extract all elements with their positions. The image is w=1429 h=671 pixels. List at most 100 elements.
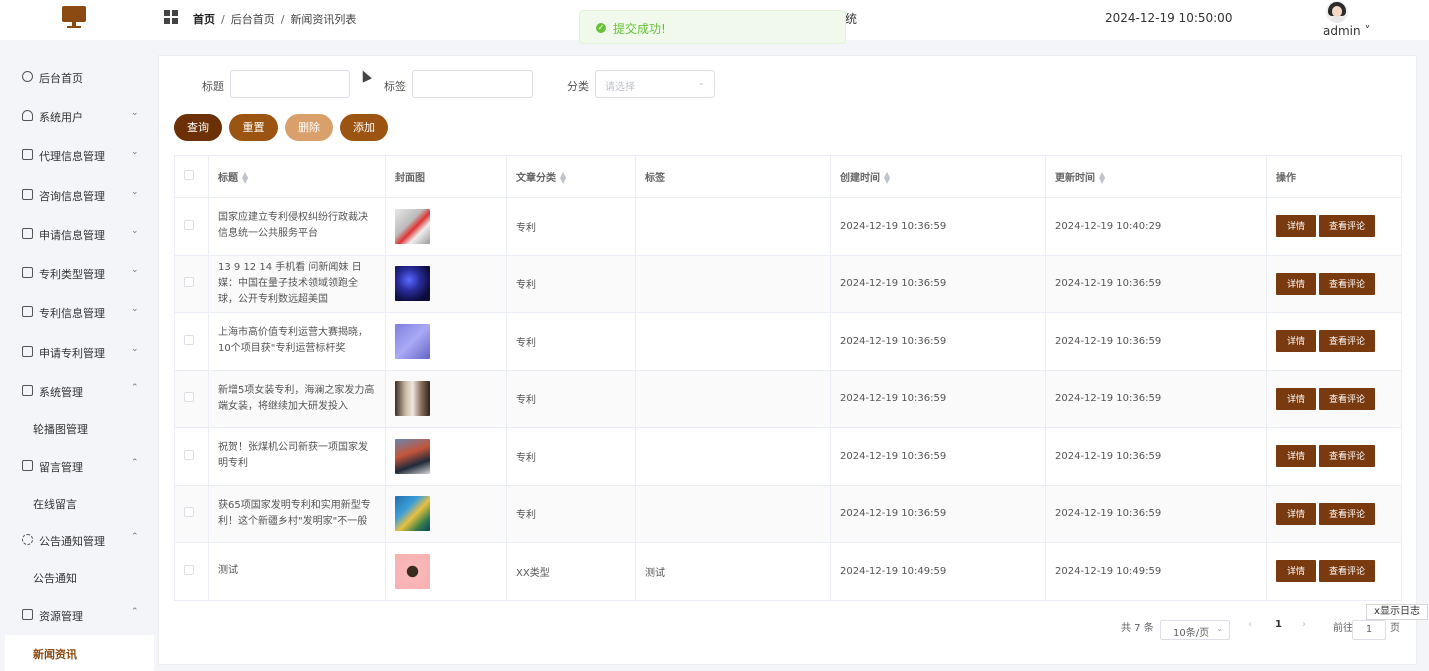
column-header-label: 创建时间 — [840, 173, 880, 184]
sidebar-item-dashboard[interactable]: 后台首页 — [0, 59, 154, 95]
view-comments-button[interactable]: 查看评论 — [1319, 330, 1376, 353]
sort-icon[interactable]: ▲ ▼ — [242, 171, 248, 185]
view-comments-button[interactable]: 查看评论 — [1319, 215, 1376, 238]
breadcrumb: 首页 / 后台首页 / 新闻资讯列表 — [193, 11, 356, 27]
row-checkbox[interactable] — [184, 449, 194, 460]
cover-thumbnail[interactable] — [395, 323, 430, 359]
row-created: 2024-12-19 10:36:59 — [830, 369, 1046, 428]
sort-icon[interactable]: ▲ ▼ — [560, 171, 566, 185]
sidebar-subitem-carousel[interactable]: 轮播图管理 — [0, 410, 154, 446]
sidebar-subitem-online-message[interactable]: 在线留言 — [0, 485, 154, 521]
tag-filter-input[interactable] — [412, 70, 533, 98]
sidebar-subitem-news[interactable]: 新闻资讯 — [5, 635, 154, 671]
cover-thumbnail[interactable] — [395, 438, 430, 474]
detail-button[interactable]: 详情 — [1276, 560, 1317, 583]
user-menu[interactable]: admin ˅ — [1323, 24, 1370, 38]
title-filter-label: 标题 — [202, 80, 224, 93]
row-checkbox[interactable] — [184, 392, 194, 403]
add-button[interactable]: 添加 — [340, 114, 388, 141]
chevron-down-icon: ⌄ — [131, 226, 139, 236]
sidebar-item-system-users[interactable]: 系统用户 ⌄ — [0, 98, 154, 134]
goto-label: 前往 — [1333, 623, 1353, 634]
sidebar-subitem-label: 公告通知 — [33, 572, 77, 585]
sidebar-item-patent-types[interactable]: 专利类型管理 ⌄ — [0, 255, 154, 291]
row-title: 测试 — [208, 542, 386, 601]
breadcrumb-dashboard[interactable]: 后台首页 — [231, 13, 275, 26]
column-header-label: 文章分类 — [516, 173, 556, 184]
category-select-placeholder: 请选择 — [605, 82, 635, 93]
page-size-select[interactable]: 10条/页 ⌄ — [1160, 620, 1230, 640]
table-row: 测试 XX类型 测试 2024-12-19 10:49:59 2024-12-1… — [174, 542, 1402, 601]
row-title: 获65项国家发明专利和实用新型专利！这个新疆乡村"发明家"不一般 — [208, 484, 386, 543]
reset-button[interactable]: 重置 — [229, 114, 278, 141]
sidebar-item-message-management[interactable]: 留言管理 ⌃ — [0, 448, 154, 484]
row-actions: 详情 查看评论 — [1266, 254, 1402, 313]
cover-thumbnail[interactable] — [395, 266, 430, 302]
sidebar-item-consult-info[interactable]: 咨询信息管理 ⌄ — [0, 177, 154, 213]
sidebar-subitem-notice[interactable]: 公告通知 — [0, 559, 154, 595]
row-checkbox[interactable] — [184, 507, 194, 518]
sidebar-item-resource-management[interactable]: 资源管理 ⌃ — [0, 597, 154, 633]
column-header-created[interactable]: 创建时间 ▲ ▼ — [830, 155, 1046, 198]
cover-thumbnail[interactable] — [395, 553, 430, 589]
column-header-category[interactable]: 文章分类 ▲ ▼ — [506, 155, 636, 198]
show-log-button[interactable]: x显示日志 — [1366, 604, 1428, 620]
detail-button[interactable]: 详情 — [1276, 272, 1317, 295]
table-row: 新增5项女装专利，海澜之家发力高端女装，将继续加大研发投入 专利 2024-12… — [174, 369, 1402, 428]
category-select[interactable]: 请选择 ⌄ — [595, 70, 715, 98]
prev-page-icon[interactable]: ‹ — [1248, 619, 1252, 630]
sidebar-item-application-info[interactable]: 申请信息管理 ⌄ — [0, 216, 154, 252]
view-comments-button[interactable]: 查看评论 — [1319, 387, 1376, 410]
dashboard-icon — [22, 71, 33, 82]
sidebar-item-label: 留言管理 — [39, 461, 83, 474]
goto-page-input[interactable]: 1 — [1352, 620, 1386, 640]
next-page-icon[interactable]: › — [1302, 619, 1306, 630]
query-button[interactable]: 查询 — [174, 114, 222, 141]
row-created: 2024-12-19 10:36:59 — [830, 427, 1046, 486]
sidebar-item-patent-info[interactable]: 专利信息管理 ⌄ — [0, 294, 154, 330]
sidebar-item-label: 后台首页 — [39, 72, 83, 85]
sidebar-item-agent-info[interactable]: 代理信息管理 ⌄ — [0, 137, 154, 173]
sidebar-item-patent-applications[interactable]: 申请专利管理 ⌄ — [0, 334, 154, 370]
row-category: 专利 — [506, 197, 636, 256]
menu-toggle-icon[interactable] — [164, 10, 178, 24]
row-checkbox[interactable] — [184, 564, 194, 575]
row-checkbox[interactable] — [184, 277, 194, 288]
current-datetime: 2024-12-19 10:50:00 — [1105, 11, 1233, 25]
avatar[interactable] — [1326, 1, 1348, 23]
user-icon — [22, 110, 33, 121]
sidebar-item-label: 专利类型管理 — [39, 268, 105, 281]
row-cover-cell — [385, 484, 507, 543]
sort-icon[interactable]: ▲ ▼ — [1099, 171, 1105, 185]
view-comments-button[interactable]: 查看评论 — [1319, 502, 1376, 525]
row-updated: 2024-12-19 10:40:29 — [1045, 197, 1267, 256]
cover-thumbnail[interactable] — [395, 208, 430, 244]
sidebar-item-label: 咨询信息管理 — [39, 190, 105, 203]
row-checkbox[interactable] — [184, 334, 194, 345]
detail-button[interactable]: 详情 — [1276, 330, 1317, 353]
current-page[interactable]: 1 — [1275, 619, 1282, 630]
detail-button[interactable]: 详情 — [1276, 387, 1317, 410]
cover-thumbnail[interactable] — [395, 496, 430, 532]
detail-button[interactable]: 详情 — [1276, 215, 1317, 238]
chevron-down-icon: ⌄ — [1216, 624, 1223, 633]
column-header-title[interactable]: 标题 ▲ ▼ — [208, 155, 386, 198]
view-comments-button[interactable]: 查看评论 — [1319, 272, 1376, 295]
row-checkbox[interactable] — [184, 219, 194, 230]
sidebar-item-system-management[interactable]: 系统管理 ⌃ — [0, 373, 154, 409]
sidebar-item-notice-management[interactable]: 公告通知管理 ⌃ — [0, 522, 154, 558]
breadcrumb-home[interactable]: 首页 — [193, 13, 215, 26]
view-comments-button[interactable]: 查看评论 — [1319, 560, 1376, 583]
title-filter-input[interactable] — [230, 70, 350, 98]
view-comments-button[interactable]: 查看评论 — [1319, 445, 1376, 468]
detail-button[interactable]: 详情 — [1276, 502, 1317, 525]
logo-monitor-icon[interactable] — [62, 6, 86, 28]
breadcrumb-separator: / — [280, 13, 285, 26]
cover-thumbnail[interactable] — [395, 381, 430, 417]
delete-button[interactable]: 删除 — [285, 114, 333, 141]
column-header-updated[interactable]: 更新时间 ▲ ▼ — [1045, 155, 1267, 198]
select-all-checkbox[interactable] — [184, 170, 194, 180]
detail-button[interactable]: 详情 — [1276, 445, 1317, 468]
column-header-label: 标题 — [218, 173, 238, 184]
sort-icon[interactable]: ▲ ▼ — [884, 171, 890, 185]
